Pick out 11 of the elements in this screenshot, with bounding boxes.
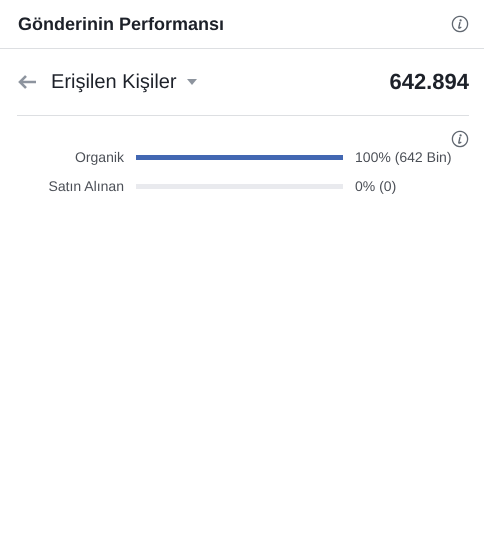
info-icon[interactable]: [451, 15, 469, 33]
row-reading: 0% (0): [355, 178, 398, 194]
row-reading: 100% (642 Bin): [355, 149, 453, 165]
panel-title: Gönderinin Performansı: [18, 14, 224, 34]
row-label: Organik: [74, 149, 124, 165]
metric-value: 642.894: [389, 69, 469, 95]
metric-dropdown[interactable]: Erişilen Kişiler: [51, 70, 177, 94]
row-label: Satın Alınan: [47, 178, 124, 194]
caret-icon[interactable]: [186, 79, 197, 85]
back-arrow-icon[interactable]: [17, 74, 37, 90]
info-icon[interactable]: [451, 130, 469, 148]
